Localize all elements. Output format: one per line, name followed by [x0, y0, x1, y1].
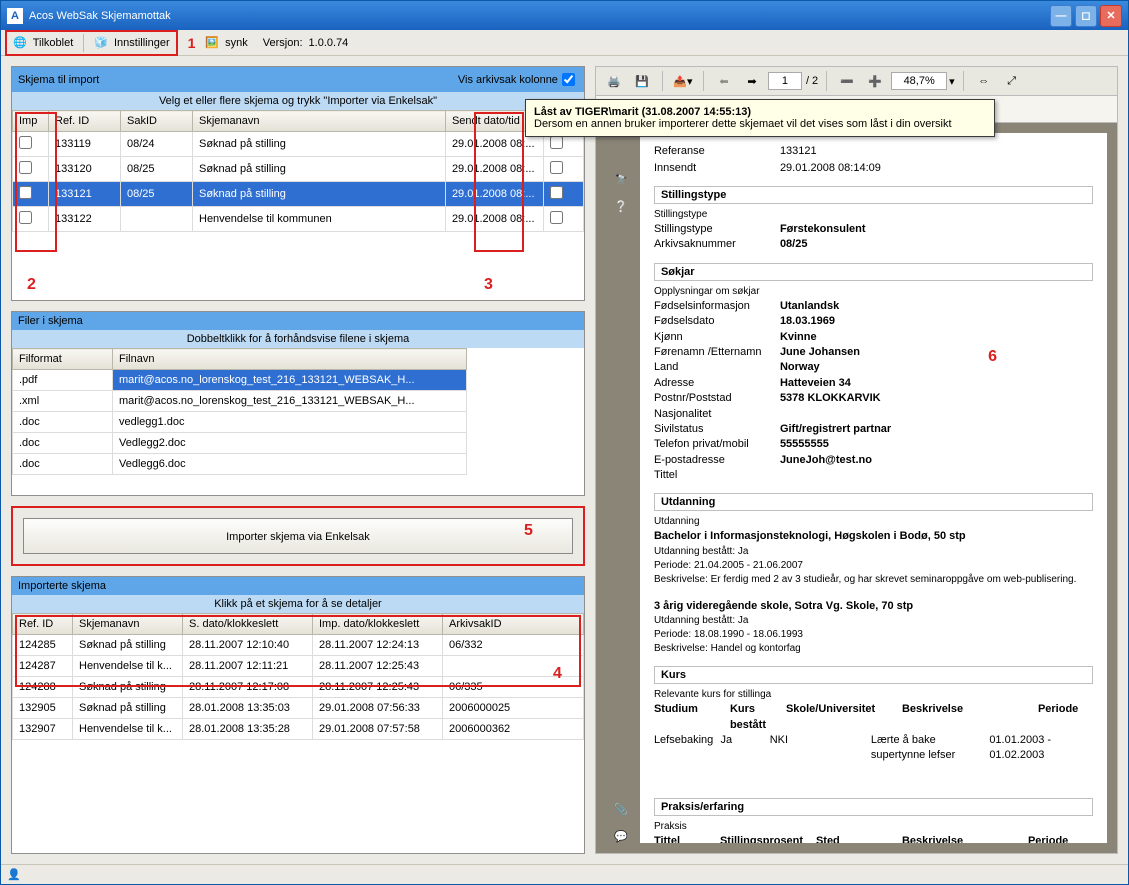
table-row[interactable]: .xmlmarit@acos.no_lorenskog_test_216_133…	[13, 391, 467, 412]
table-row[interactable]: .pdfmarit@acos.no_lorenskog_test_216_133…	[13, 370, 467, 391]
col-filnavn[interactable]: Filnavn	[113, 349, 467, 370]
menu-innstillinger[interactable]: Innstillinger	[114, 37, 170, 49]
import-button-label: Importer skjema via Enkelsak	[226, 531, 370, 543]
table-row[interactable]: 13312108/25Søknad på stilling29.01.2008 …	[13, 182, 584, 207]
sec-kurs: Kurs	[654, 666, 1093, 684]
close-button[interactable]: ✕	[1100, 5, 1122, 27]
row-imp-checkbox[interactable]	[19, 186, 32, 199]
zoom-in-icon[interactable]: ➕	[863, 69, 887, 93]
col-imp-ref[interactable]: Ref. ID	[13, 614, 73, 635]
imported-panel-sub: Klikk på et skjema for å se detaljer	[12, 595, 584, 613]
files-grid[interactable]: Filformat Filnavn .pdfmarit@acos.no_lore…	[12, 348, 467, 475]
sync-icon: 🖼️	[205, 36, 219, 49]
binoculars-icon[interactable]: 🔭	[614, 173, 628, 186]
settings-icon: 🧊	[94, 36, 108, 49]
titlebar: A Acos WebSak Skjemamottak — ◻ ✕	[1, 1, 1128, 30]
zoom-out-icon[interactable]: ➖	[835, 69, 859, 93]
fit-width-icon[interactable]: ⇔	[972, 69, 996, 93]
doc-ref-label: Referanse	[654, 143, 774, 160]
zoom-input[interactable]	[891, 72, 947, 90]
sec-stillingstype-sub: Stillingstype	[654, 208, 1093, 222]
version-value: 1.0.0.74	[309, 37, 349, 49]
row-lock-checkbox[interactable]	[550, 161, 563, 174]
sec-sokjar: Søkjar	[654, 263, 1093, 281]
files-panel-title: Filer i skjema	[18, 315, 83, 327]
files-panel-sub: Dobbeltklikk for å forhåndsvise filene i…	[12, 330, 584, 348]
table-row[interactable]: 124285Søknad på stilling28.11.2007 12:10…	[13, 635, 584, 656]
preview-toolbar: 🖨️ 💾 📤▾ ⬅ ➡ / 2 ➖ ➕ ▾ ⇔ ⤢	[595, 66, 1118, 96]
preview-document: Referanse 133121 Innsendt 29.01.2008 08:14…	[640, 133, 1107, 843]
sec-utdanning: Utdanning	[654, 493, 1093, 511]
comment-icon[interactable]: 💬	[614, 830, 628, 843]
table-row[interactable]: .docvedlegg1.doc	[13, 412, 467, 433]
page-total: / 2	[806, 75, 818, 87]
minimize-button[interactable]: —	[1050, 5, 1072, 27]
annotation-1: 1	[188, 35, 196, 51]
window-title: Acos WebSak Skjemamottak	[29, 10, 171, 22]
tooltip-title: Låst av TIGER\marit (31.08.2007 14:55:13…	[534, 106, 751, 118]
col-refid[interactable]: Ref. ID	[49, 111, 121, 132]
table-row[interactable]: 124288Søknad på stilling28.11.2007 12:17…	[13, 677, 584, 698]
table-row[interactable]: 133122Henvendelse til kommunen29.01.2008…	[13, 207, 584, 232]
col-imp[interactable]: Imp	[13, 111, 49, 132]
app-toolbar: 🌐 Tilkoblet 🧊 Innstillinger 1 🖼️ synk Ve…	[1, 30, 1128, 56]
label-synk: synk	[225, 37, 248, 49]
col-imp-ark[interactable]: ArkivsakID	[443, 614, 584, 635]
table-row[interactable]: 13312008/25Søknad på stilling29.01.2008 …	[13, 157, 584, 182]
attachment-icon[interactable]: 📎	[614, 803, 628, 816]
print-icon[interactable]: 🖨️	[602, 69, 626, 93]
table-row[interactable]: 13311908/24Søknad på stilling29.01.2008 …	[13, 132, 584, 157]
globe-icon: 🌐	[13, 36, 27, 49]
status-tilkoblet[interactable]: Tilkoblet	[33, 37, 74, 49]
import-panel-sub: Velg et eller flere skjema og trykk "Imp…	[12, 92, 584, 110]
col-filformat[interactable]: Filformat	[13, 349, 113, 370]
import-button[interactable]: Importer skjema via Enkelsak	[23, 518, 573, 554]
help-icon[interactable]: ❔	[614, 200, 628, 213]
lock-tooltip: Låst av TIGER\marit (31.08.2007 14:55:13…	[525, 99, 995, 137]
doc-ref-value: 133121	[780, 143, 817, 160]
fit-page-icon[interactable]: ⤢	[1000, 69, 1024, 93]
col-imp-navn[interactable]: Skjemanavn	[73, 614, 183, 635]
save-icon[interactable]: 💾	[630, 69, 654, 93]
prev-page-icon[interactable]: ⬅	[712, 69, 736, 93]
status-icon: 👤	[7, 868, 21, 881]
maximize-button[interactable]: ◻	[1075, 5, 1097, 27]
label-version: Versjon:	[263, 37, 303, 49]
imported-panel-title: Importerte skjema	[18, 580, 106, 592]
imported-grid[interactable]: Ref. ID Skjemanavn S. dato/klokkeslett I…	[12, 613, 584, 740]
col-imp-idato[interactable]: Imp. dato/klokkeslett	[313, 614, 443, 635]
table-row[interactable]: 124287Henvendelse til k...28.11.2007 12:…	[13, 656, 584, 677]
table-row[interactable]: .docVedlegg2.doc	[13, 433, 467, 454]
sec-praksis: Praksis/erfaring	[654, 798, 1093, 816]
col-navn[interactable]: Skjemanavn	[193, 111, 446, 132]
row-imp-checkbox[interactable]	[19, 161, 32, 174]
doc-sent-label: Innsendt	[654, 160, 774, 177]
tooltip-body: Dersom en annen bruker importerer dette …	[534, 118, 952, 130]
table-row[interactable]: 132905Søknad på stilling28.01.2008 13:35…	[13, 698, 584, 719]
table-row[interactable]: .docVedlegg6.doc	[13, 454, 467, 475]
next-page-icon[interactable]: ➡	[740, 69, 764, 93]
col-imp-sdato[interactable]: S. dato/klokkeslett	[183, 614, 313, 635]
table-row[interactable]: 132907Henvendelse til k...28.01.2008 13:…	[13, 719, 584, 740]
row-lock-checkbox[interactable]	[550, 186, 563, 199]
sec-stillingstype: Stillingstype	[654, 186, 1093, 204]
row-lock-checkbox[interactable]	[550, 211, 563, 224]
show-arkivsak-label: Vis arkivsak kolonne	[458, 74, 558, 86]
col-sakid[interactable]: SakID	[121, 111, 193, 132]
export-icon[interactable]: 📤▾	[671, 69, 695, 93]
app-icon: A	[7, 8, 23, 24]
doc-sent-value: 29.01.2008 08:14:09	[780, 160, 881, 177]
row-lock-checkbox[interactable]	[550, 136, 563, 149]
statusbar: 👤	[1, 864, 1128, 884]
show-arkivsak-checkbox[interactable]	[562, 73, 575, 86]
import-panel-header: Skjema til import Vis arkivsak kolonne	[12, 67, 584, 92]
row-imp-checkbox[interactable]	[19, 136, 32, 149]
row-imp-checkbox[interactable]	[19, 211, 32, 224]
page-input[interactable]	[768, 72, 802, 90]
import-panel-title: Skjema til import	[18, 74, 99, 86]
import-grid[interactable]: Imp Ref. ID SakID Skjemanavn Sendt dato/…	[12, 110, 584, 232]
